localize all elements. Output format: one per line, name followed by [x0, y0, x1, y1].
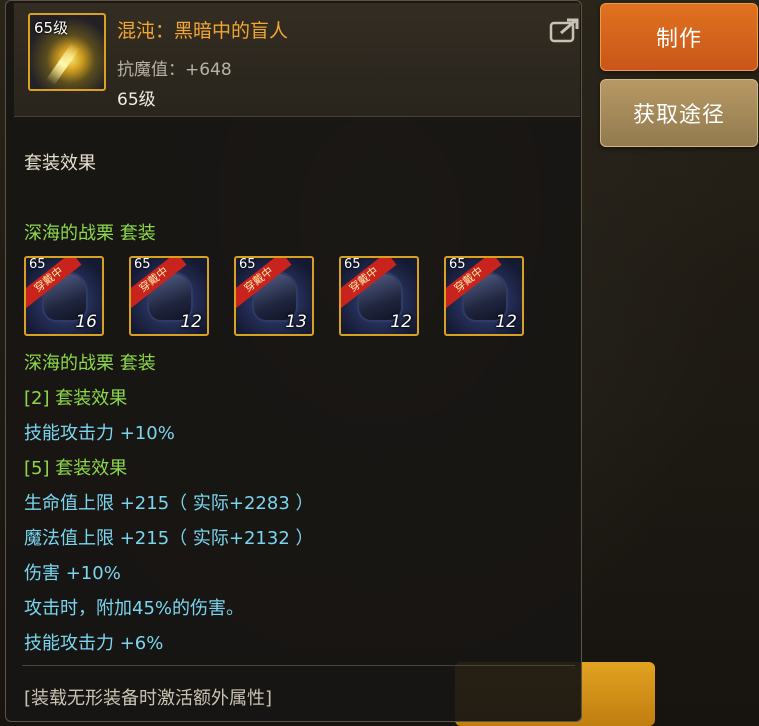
- slot-enhance-count: 12: [180, 312, 202, 332]
- footer-note: [装载无形装备时激活额外属性]: [24, 688, 273, 709]
- set-item-slot[interactable]: 穿戴中 65 12: [129, 256, 209, 336]
- set-effect-2-title: [2] 套装效果: [24, 388, 128, 409]
- set-effect-2-line: 技能攻击力 +10%: [24, 423, 175, 444]
- slot-enhance-count: 16: [75, 312, 97, 332]
- divider: [22, 665, 575, 666]
- item-stat: 抗魔值：+648: [117, 60, 232, 80]
- item-icon-glow: [45, 42, 81, 86]
- set-item-slot[interactable]: 穿戴中 65 12: [339, 256, 419, 336]
- item-tooltip-panel: 65级 混沌：黑暗中的盲人 抗魔值：+648 65级 套装效果 深海的战栗 套装…: [5, 0, 582, 722]
- set-name-bottom: 深海的战栗 套装: [24, 353, 156, 374]
- slot-enhance-count: 12: [390, 312, 412, 332]
- set-effect-title: 套装效果: [24, 153, 96, 174]
- set-effect-5-line: 魔法值上限 +215（ 实际+2132 ）: [24, 528, 314, 549]
- set-item-slot[interactable]: 穿戴中 65 13: [234, 256, 314, 336]
- set-effect-5-line: 生命值上限 +215（ 实际+2283 ）: [24, 493, 314, 514]
- item-name: 混沌：黑暗中的盲人: [117, 20, 289, 42]
- make-button[interactable]: 制作: [600, 3, 758, 71]
- set-effect-5-line: 伤害 +10%: [24, 563, 121, 584]
- set-name-top: 深海的战栗 套装: [24, 223, 156, 244]
- source-button[interactable]: 获取途径: [600, 79, 758, 147]
- item-icon-level: 65级: [34, 19, 69, 37]
- item-level: 65级: [117, 90, 156, 110]
- share-icon[interactable]: [549, 17, 581, 43]
- item-header: 65级 混沌：黑暗中的盲人 抗魔值：+648 65级: [14, 3, 580, 117]
- slot-enhance-count: 12: [495, 312, 517, 332]
- set-item-slot[interactable]: 穿戴中 65 16: [24, 256, 104, 336]
- item-icon: 65级: [28, 13, 106, 91]
- slot-level-tag: 65: [449, 257, 466, 272]
- slot-level-tag: 65: [344, 257, 361, 272]
- set-effect-5-title: [5] 套装效果: [24, 458, 128, 479]
- set-item-slot[interactable]: 穿戴中 65 12: [444, 256, 524, 336]
- slot-level-tag: 65: [29, 257, 46, 272]
- slot-level-tag: 65: [134, 257, 151, 272]
- slot-enhance-count: 13: [285, 312, 307, 332]
- set-effect-5-line: 攻击时，附加45%的伤害。: [24, 598, 245, 619]
- set-effect-5-line: 技能攻击力 +6%: [24, 633, 164, 654]
- slot-level-tag: 65: [239, 257, 256, 272]
